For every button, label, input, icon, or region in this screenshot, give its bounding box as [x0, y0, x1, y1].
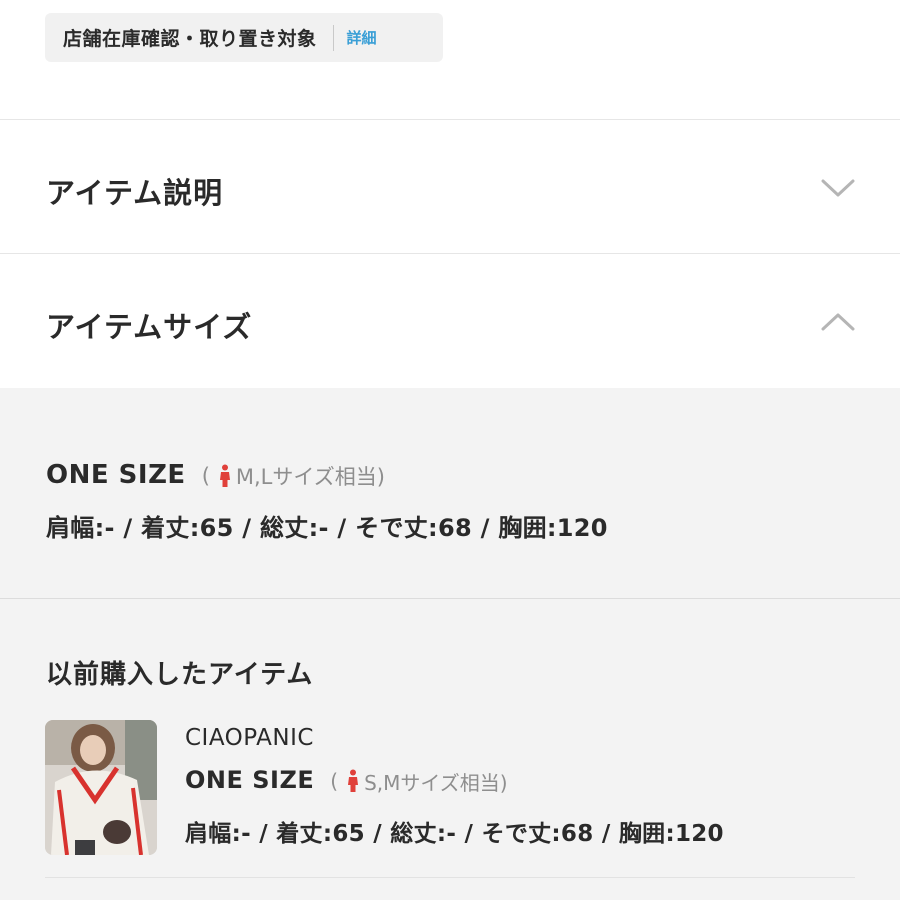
size-measurements: 肩幅:- / 着丈:65 / 総丈:- / そで丈:68 / 胸囲:120: [46, 514, 608, 542]
chevron-up-icon: [821, 313, 855, 331]
divider: [45, 877, 855, 878]
previous-size-equivalent: ( S,Mサイズ相当): [330, 767, 507, 796]
person-icon: [219, 464, 230, 487]
size-name: ONE SIZE: [46, 460, 186, 490]
store-stock-label: 店舗在庫確認・取り置き対象: [63, 28, 317, 50]
badge-divider: [332, 24, 334, 51]
previous-size-name: ONE SIZE: [185, 766, 315, 794]
previous-item-size-heading: ONE SIZE ( S,Mサイズ相当): [185, 766, 508, 796]
previous-item-brand: CIAOPANIC: [185, 725, 314, 751]
size-heading: ONE SIZE ( M,Lサイズ相当): [46, 460, 385, 491]
product-thumbnail[interactable]: [45, 720, 157, 855]
product-detail-page: 店舗在庫確認・取り置き対象 詳細 アイテム説明 アイテムサイズ ONE SIZE…: [0, 0, 900, 900]
divider: [0, 598, 900, 599]
accordion-item-size[interactable]: アイテムサイズ: [0, 254, 900, 387]
previous-equiv-text: S,Mサイズ相当): [364, 770, 508, 795]
accordion-title-size: アイテムサイズ: [46, 310, 253, 344]
person-icon: [348, 769, 359, 792]
previous-equiv-open: (: [330, 769, 339, 793]
size-equiv-open: (: [201, 464, 210, 488]
previous-items-heading: 以前購入したアイテム: [46, 660, 314, 690]
store-stock-badge: 店舗在庫確認・取り置き対象 詳細: [45, 13, 443, 62]
chevron-down-icon: [821, 179, 855, 197]
size-equivalent: ( M,Lサイズ相当): [202, 461, 385, 491]
accordion-title-description: アイテム説明: [46, 176, 224, 210]
previous-item-measurements: 肩幅:- / 着丈:65 / 総丈:- / そで丈:68 / 胸囲:120: [185, 821, 724, 847]
store-detail-link[interactable]: 詳細: [347, 27, 377, 48]
accordion-item-description[interactable]: アイテム説明: [0, 120, 900, 253]
size-equiv-text: M,Lサイズ相当): [235, 465, 385, 489]
